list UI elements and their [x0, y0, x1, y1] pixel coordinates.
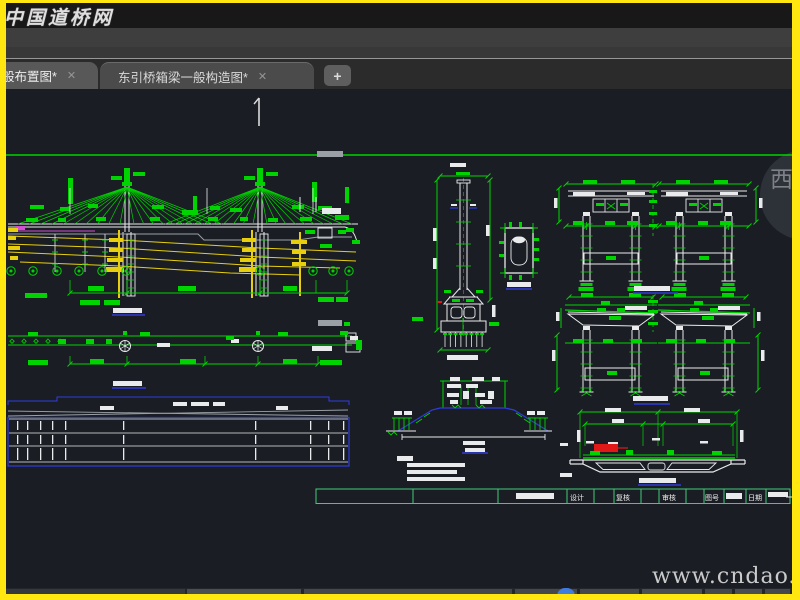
title-block-label-check: 复核 — [616, 493, 630, 502]
title-block-label-drawing-no: 图号 — [705, 494, 719, 502]
yellow-frame-bottom — [0, 594, 800, 600]
sheet-frame-line — [6, 151, 792, 157]
tower-pier-elevation — [412, 163, 499, 360]
yellow-frame-top — [0, 0, 800, 3]
profile-data-table — [7, 396, 350, 467]
title-block: 设计 复核 审核 图号 日期 — [315, 488, 792, 504]
yellow-frame-left — [0, 0, 6, 600]
box-girder-cross-section — [560, 408, 746, 486]
title-block-label-design: 设计 — [570, 493, 584, 502]
drawing-canvas[interactable]: 设计 复核 审核 图号 日期 — [0, 0, 800, 600]
title-block-label-date: 日期 — [748, 494, 762, 502]
text-cursor — [253, 97, 260, 126]
site-watermark-bottom-right: www.cndao.com — [652, 564, 800, 589]
approach-pier-cross-sections — [552, 180, 765, 405]
yellow-frame-right — [792, 0, 800, 600]
cad-application-window: 中国道桥网 般布置图* ✕ 东引桥箱梁一般构造图* ✕ + 西 设计 复核 审核… — [0, 0, 800, 600]
tower-pier-plan-section — [499, 222, 539, 290]
title-block-label-review: 审核 — [662, 493, 676, 502]
bridge-elevation-view — [6, 168, 360, 316]
bridge-plan-view — [8, 320, 362, 389]
embankment-cross-section — [386, 377, 552, 481]
